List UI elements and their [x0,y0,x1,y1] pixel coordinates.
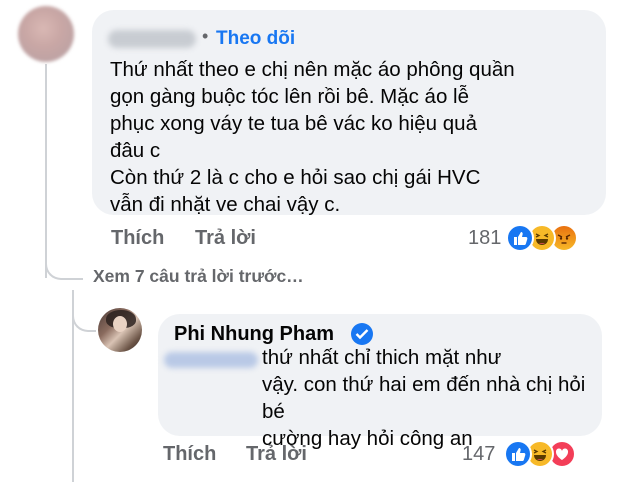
like-reaction-icon [506,224,534,252]
commenter-name-redacted[interactable] [108,30,196,48]
reaction-count[interactable]: 181 [468,227,501,250]
like-button[interactable]: Thích [163,443,216,466]
commenter-avatar[interactable] [18,6,74,62]
mentioned-user-redacted[interactable] [164,352,258,368]
reply-text-line1: thứ nhất chỉ thich mặt như vậy. con thứ … [262,346,586,450]
reply-button[interactable]: Trả lời [246,443,307,466]
reply-button[interactable]: Trả lời [195,227,256,250]
like-reaction-icon [504,440,532,468]
reaction-count[interactable]: 147 [462,443,495,466]
follow-button[interactable]: Theo dõi [216,28,295,50]
like-button[interactable]: Thích [111,227,164,250]
thread-connector [45,258,83,280]
comment-bubble: • Theo dõi Thứ nhất theo e chị nên mặc á… [92,10,606,216]
reply-author-avatar[interactable] [98,308,142,352]
view-previous-replies-link[interactable]: Xem 7 câu trả lời trước… [93,266,304,287]
verified-badge-icon [351,323,373,345]
reply-bubble: Phi Nhung Pham thứ nhất chỉ thich mặt nh… [158,314,602,450]
comment-text: Thứ nhất theo e chị nên mặc áo phông quầ… [110,58,515,216]
separator-dot: • [202,26,209,46]
thread-connector [72,310,96,332]
reply-author-name[interactable]: Phi Nhung Pham [174,323,334,346]
thread-line [45,64,47,278]
